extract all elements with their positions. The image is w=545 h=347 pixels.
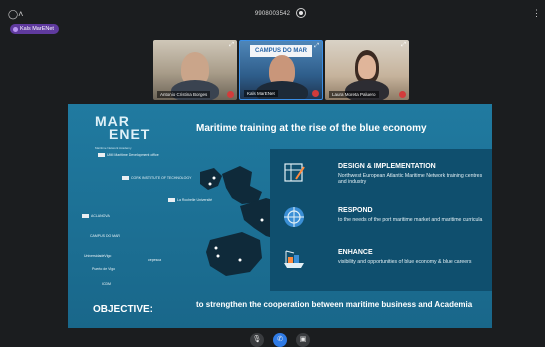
mic-muted-icon — [399, 91, 406, 98]
partner-logo: CAMPUS DO MAR — [90, 234, 120, 238]
participant-name: Kals MarENet — [244, 90, 278, 97]
marenet-logo: MAR ENET Maritime Network Academy — [95, 113, 175, 150]
objective-label: OBJECTIVE: — [93, 304, 154, 315]
respond-text: to the needs of the port maritime market… — [338, 217, 483, 223]
partner-logo: ICDM — [102, 282, 111, 286]
mic-muted-icon — [312, 90, 319, 97]
enhance-text: visibility and opportunities of blue eco… — [338, 259, 472, 265]
participant-tile-1[interactable]: ⤢ Antonio Cristina Borges — [153, 40, 237, 100]
host-chip[interactable]: Kals MarENet — [10, 24, 59, 34]
mic-off-icon[interactable]: 🎙 — [250, 333, 264, 347]
objectives-panel: DESIGN & IMPLEMENTATION Northwest Europe… — [270, 149, 492, 291]
top-bar: ◯˄ 9908003542 ⋮ — [0, 0, 545, 36]
logo-tagline: Maritime Network Academy — [95, 146, 132, 150]
participant-tile-2[interactable]: CAMPUS DO MAR ⤢ Kals MarENet — [239, 40, 323, 100]
partner-logo: La Rochelle Université — [168, 198, 212, 203]
host-icon — [13, 26, 18, 32]
design-heading: DESIGN & IMPLEMENTATION — [338, 163, 436, 170]
objective-text: to strengthen the cooperation between ma… — [196, 300, 473, 309]
design-text: Northwest European Atlantic Maritime Net… — [338, 173, 483, 186]
participant-video — [358, 55, 376, 79]
design-icon — [284, 163, 305, 182]
respond-heading: RESPOND — [338, 207, 373, 214]
expand-icon[interactable]: ⤢ — [401, 42, 406, 49]
target-icon — [284, 207, 304, 227]
partner-logo: UMI Maritime Development office — [98, 153, 159, 158]
ship-icon — [284, 250, 304, 268]
end-call-icon[interactable]: ✆ — [273, 333, 287, 347]
expand-icon[interactable]: ⤢ — [314, 43, 319, 50]
mic-muted-icon — [227, 91, 234, 98]
call-controls: 🎙 ✆ ▣ — [0, 331, 545, 347]
host-name: Kals MarENet — [20, 26, 54, 32]
partner-logo: CORK INSTITUTE OF TECHNOLOGY — [122, 176, 191, 181]
partner-logo: Puerto de Vigo — [92, 267, 116, 271]
expand-icon[interactable]: ⤢ — [229, 42, 234, 49]
shared-screen-slide: MAR ENET Maritime Network Academy Mariti… — [68, 104, 492, 328]
enhance-heading: ENHANCE — [338, 249, 373, 256]
slide-title: Maritime training at the rise of the blu… — [196, 123, 427, 134]
participant-tile-3[interactable]: ⤢ Laura Moreta Paluero — [325, 40, 409, 100]
logo-text-bottom: ENET — [109, 126, 151, 142]
meeting-id: 9908003542 — [254, 11, 291, 17]
participant-name: Laura Moreta Paluero — [329, 91, 379, 98]
partner-logo: ACLANOVA — [82, 214, 110, 219]
record-icon[interactable] — [296, 8, 306, 18]
partner-logo: UniversidadeVigo — [84, 254, 112, 258]
screen-share-icon[interactable]: ▣ — [296, 333, 310, 347]
more-icon[interactable]: ⋮ — [532, 8, 541, 19]
partner-logo: cepesca — [148, 258, 162, 262]
participant-name: Antonio Cristina Borges — [157, 91, 211, 98]
